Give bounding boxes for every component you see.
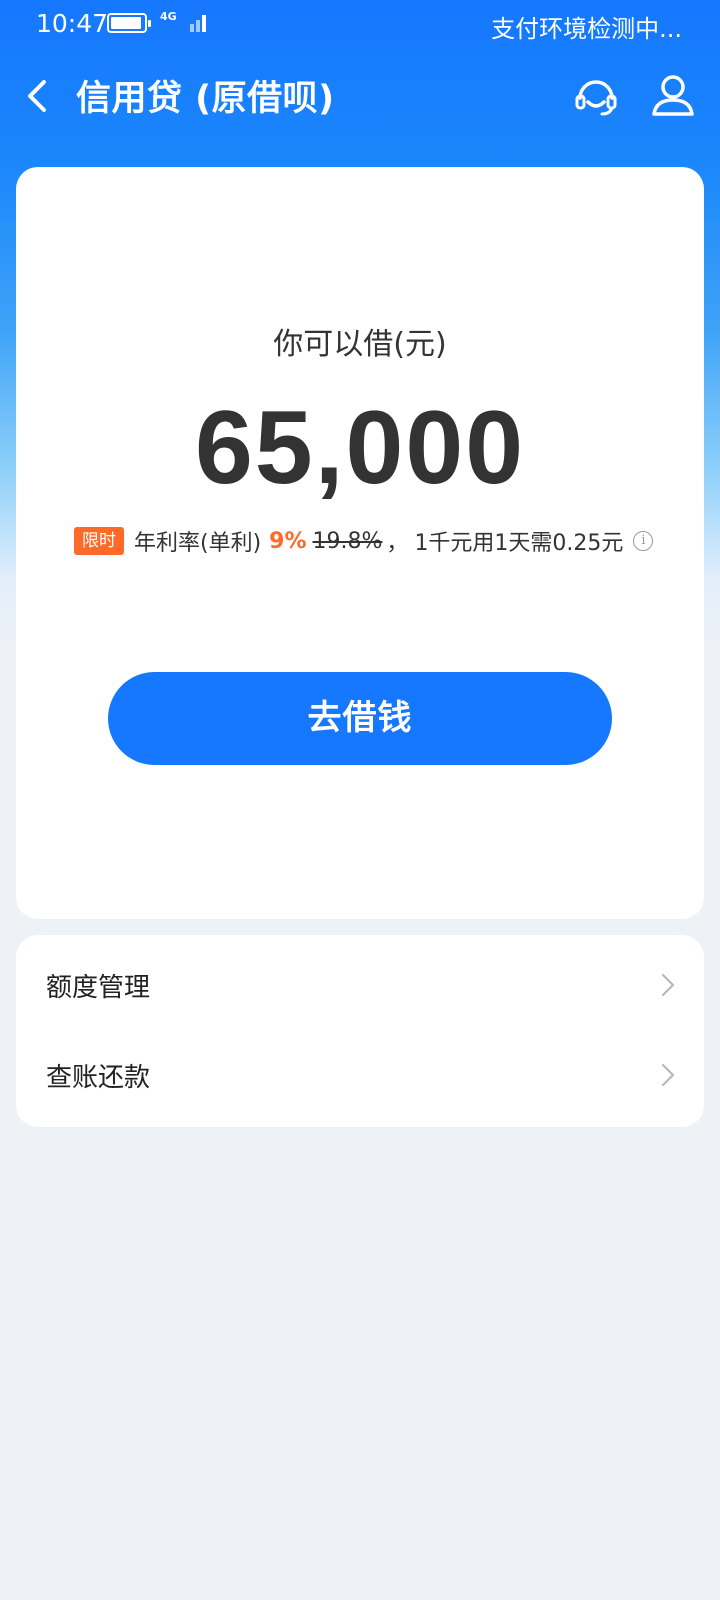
rate-current: 9% xyxy=(269,528,307,554)
chevron-right-icon xyxy=(662,1064,674,1086)
available-amount: 65,000 xyxy=(194,390,526,506)
rate-original: 19.8% xyxy=(312,528,383,554)
back-arrow-icon xyxy=(28,80,46,112)
loan-card: 你可以借(元) 65,000 限时 年利率(单利) 9% 19.8% ， 1千元… xyxy=(16,167,704,919)
signal-icon xyxy=(190,12,210,32)
chevron-right-icon xyxy=(662,974,674,996)
status-time: 10:47 xyxy=(36,9,109,38)
borrow-button[interactable]: 去借钱 xyxy=(108,672,612,765)
rate-separator: ， xyxy=(386,531,409,556)
user-profile-icon xyxy=(652,75,694,116)
menu-item-credit-management[interactable]: 额度管理 xyxy=(16,939,704,1031)
profile-button[interactable] xyxy=(650,72,696,120)
info-icon[interactable]: i xyxy=(633,531,654,551)
limited-time-badge: 限时 xyxy=(74,527,124,555)
daily-cost: 1千元用1天需0.25元 xyxy=(414,531,624,556)
menu-item-bills-repayment[interactable]: 查账还款 xyxy=(16,1029,704,1121)
menu-item-label: 额度管理 xyxy=(46,973,151,1003)
customer-service-button[interactable] xyxy=(572,72,620,120)
interest-rate-info: 限时 年利率(单利) 9% 19.8% ， 1千元用1天需0.25元 i xyxy=(74,523,654,559)
customer-service-icon xyxy=(575,80,617,116)
menu-item-label: 查账还款 xyxy=(46,1063,151,1093)
battery-icon xyxy=(107,13,151,33)
title-bar: 信用贷 (原借呗) xyxy=(0,48,720,144)
back-button[interactable] xyxy=(20,72,60,120)
page-title: 信用贷 (原借呗) xyxy=(76,79,335,119)
status-notification: 支付环境检测中... xyxy=(491,15,682,43)
status-bar: 10:47 4G 支付环境检测中... xyxy=(0,0,720,48)
rate-label: 年利率(单利) xyxy=(134,531,262,556)
menu-card: 额度管理 查账还款 xyxy=(16,935,704,1127)
network-type: 4G xyxy=(160,10,177,23)
available-amount-label: 你可以借(元) xyxy=(273,327,447,362)
